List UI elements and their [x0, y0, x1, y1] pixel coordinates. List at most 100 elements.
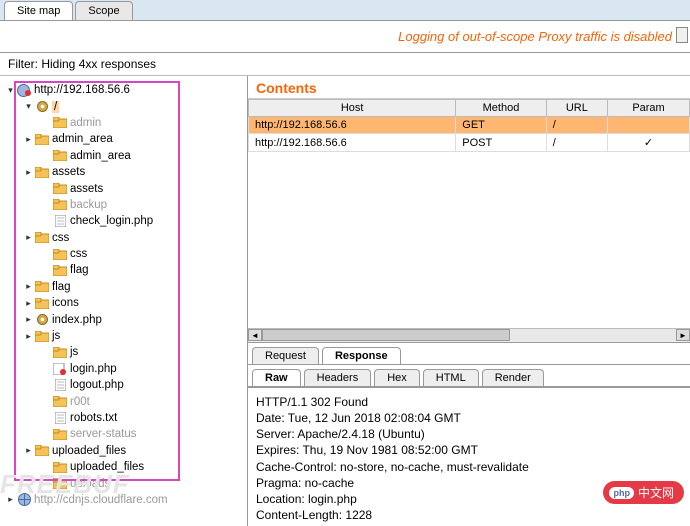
response-line: Expires: Thu, 19 Nov 1981 08:52:00 GMT [256, 442, 682, 458]
folder-icon [53, 199, 67, 211]
table-cell: / [546, 117, 607, 134]
gear-icon [35, 101, 49, 113]
tree-toggle-closed-icon[interactable]: ▸ [24, 282, 33, 291]
column-header[interactable]: Method [456, 100, 546, 117]
tree-toggle-open-icon[interactable]: ▾ [24, 102, 33, 111]
banner-button[interactable] [676, 27, 688, 43]
tree-row[interactable]: ▸ uploaded_files [6, 443, 243, 459]
tree-toggle-open-icon[interactable]: ▾ [6, 86, 15, 95]
response-line: Content-Length: 1228 [256, 507, 682, 523]
column-header[interactable]: Param [608, 100, 690, 117]
tree-row[interactable]: ▸admin_area [6, 148, 243, 164]
tree-row[interactable]: ▸backup [6, 197, 243, 213]
tree-label: uploads [70, 478, 110, 490]
banner: Logging of out-of-scope Proxy traffic is… [0, 21, 690, 53]
tree-row[interactable]: ▸admin_area [6, 131, 243, 147]
tree-toggle-closed-icon[interactable]: ▸ [24, 168, 33, 177]
tree-toggle-closed-icon[interactable]: ▸ [24, 446, 33, 455]
tree-label: uploaded_files [70, 461, 144, 473]
table-cell: http://192.168.56.6 [249, 134, 456, 152]
tree-row[interactable]: ▸ icons [6, 295, 243, 311]
scroll-track[interactable] [262, 329, 676, 341]
table-cell [608, 117, 690, 134]
subtab-render[interactable]: Render [482, 369, 544, 386]
tree-label: flag [52, 281, 71, 293]
file-icon [53, 379, 67, 391]
folder-icon [53, 461, 67, 473]
table-row[interactable]: http://192.168.56.6GET/ [249, 117, 690, 134]
tree-row[interactable]: ▸r00t [6, 393, 243, 409]
tree-row[interactable]: ▾ http://192.168.56.6 [6, 82, 243, 98]
tree-row[interactable]: ▸logout.php [6, 377, 243, 393]
tree-row[interactable]: ▸check_login.php [6, 213, 243, 229]
folder-icon [53, 478, 67, 490]
tree-toggle-closed-icon[interactable]: ▸ [24, 233, 33, 242]
tree-label: assets [70, 183, 103, 195]
tree-label: r00t [70, 396, 90, 408]
folder-icon [53, 117, 67, 129]
tree-label: uploaded_files [52, 445, 126, 457]
tree-row[interactable]: ▸uploads [6, 475, 243, 491]
tree-row[interactable]: ▸uploaded_files [6, 459, 243, 475]
tree-label: css [70, 248, 87, 260]
table-cell: GET [456, 117, 546, 134]
tree-row[interactable]: ▸admin [6, 115, 243, 131]
scroll-left-arrow-icon[interactable]: ◄ [248, 329, 262, 341]
column-header[interactable]: URL [546, 100, 607, 117]
folder-icon [35, 330, 49, 342]
tree-toggle-closed-icon[interactable]: ▸ [24, 135, 33, 144]
horizontal-scrollbar[interactable]: ◄ ► [248, 328, 690, 342]
response-body[interactable]: HTTP/1.1 302 FoundDate: Tue, 12 Jun 2018… [248, 387, 690, 526]
file-icon [53, 412, 67, 424]
tree-toggle-closed-icon[interactable]: ▸ [24, 315, 33, 324]
tree-row[interactable]: ▸assets [6, 180, 243, 196]
table-cell: / [546, 134, 607, 152]
scroll-right-arrow-icon[interactable]: ► [676, 329, 690, 341]
tree-row[interactable]: ▸ assets [6, 164, 243, 180]
scroll-thumb[interactable] [262, 329, 510, 341]
tab-response[interactable]: Response [322, 347, 401, 364]
filter-bar[interactable]: Filter: Hiding 4xx responses [0, 53, 690, 76]
tree-row[interactable]: ▸ flag [6, 279, 243, 295]
tree-row[interactable]: ▸js [6, 344, 243, 360]
tree-row[interactable]: ▸login.php [6, 361, 243, 377]
tree-row[interactable]: ▸ http://cdnjs.cloudflare.com [6, 492, 243, 508]
folder-icon [35, 297, 49, 309]
folder-icon [53, 150, 67, 162]
tree-row[interactable]: ▸flag [6, 262, 243, 278]
folder-icon [35, 133, 49, 145]
subtab-html[interactable]: HTML [423, 369, 479, 386]
table-row[interactable]: http://192.168.56.6POST/✓ [249, 134, 690, 152]
tree-row[interactable]: ▸index.php [6, 311, 243, 327]
tree-toggle-closed-icon[interactable]: ▸ [24, 299, 33, 308]
gear-icon [35, 314, 49, 326]
tab-sitemap[interactable]: Site map [4, 1, 73, 20]
right-pane: Contents HostMethodURLParam http://192.1… [248, 76, 690, 526]
tree-label: check_login.php [70, 215, 153, 227]
tree-label: backup [70, 199, 107, 211]
tree-toggle-closed-icon[interactable]: ▸ [24, 332, 33, 341]
subtab-headers[interactable]: Headers [304, 369, 372, 386]
subtab-hex[interactable]: Hex [374, 369, 420, 386]
tree-row[interactable]: ▸ css [6, 230, 243, 246]
column-header[interactable]: Host [249, 100, 456, 117]
tree-row[interactable]: ▸css [6, 246, 243, 262]
tree-toggle-closed-icon[interactable]: ▸ [6, 495, 15, 504]
response-line: Server: Apache/2.4.18 (Ubuntu) [256, 426, 682, 442]
tab-request[interactable]: Request [252, 347, 319, 364]
tree-row[interactable]: ▸robots.txt [6, 410, 243, 426]
tree-label: icons [52, 297, 79, 309]
tree-label: http://192.168.56.6 [34, 84, 130, 96]
php-badge[interactable]: php 中文网 [603, 481, 684, 504]
subtab-raw[interactable]: Raw [252, 369, 301, 386]
table-cell: ✓ [608, 134, 690, 152]
tree-label: assets [52, 166, 85, 178]
request-response-tabs: Request Response [248, 343, 690, 365]
tree-label: css [52, 232, 69, 244]
tree-label: http://cdnjs.cloudflare.com [34, 494, 168, 506]
tab-scope[interactable]: Scope [75, 1, 132, 20]
tree-row[interactable]: ▸server-status [6, 426, 243, 442]
tree-row[interactable]: ▸js [6, 328, 243, 344]
tree-row[interactable]: ▾/ [6, 98, 243, 114]
globe-icon [17, 494, 31, 506]
